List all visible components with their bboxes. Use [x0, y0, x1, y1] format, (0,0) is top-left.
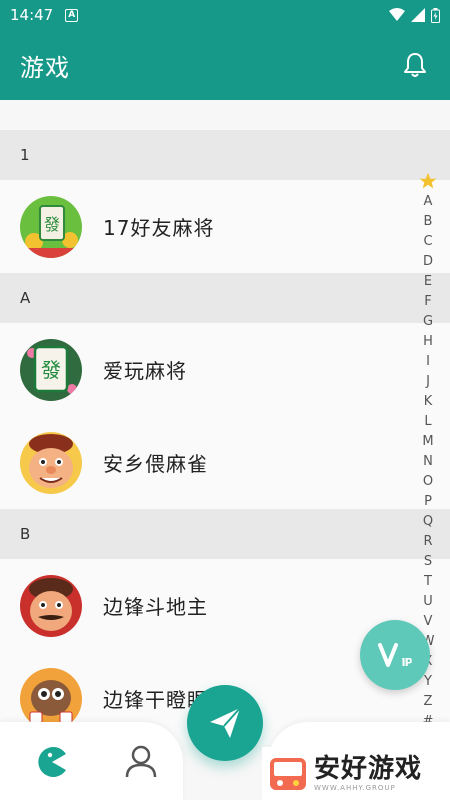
- index-letter[interactable]: E: [422, 272, 435, 292]
- index-letter[interactable]: S: [422, 552, 435, 572]
- wifi-icon: [389, 8, 405, 21]
- index-letter[interactable]: Z: [422, 692, 435, 712]
- mahjong-fa-icon: 發: [20, 195, 82, 258]
- index-letter[interactable]: R: [422, 532, 435, 552]
- section-header-1: 1: [0, 130, 450, 180]
- page-title: 游戏: [20, 53, 70, 82]
- pacman-icon: [38, 747, 66, 777]
- index-letter[interactable]: O: [422, 472, 435, 492]
- game-name: 安乡偎麻雀: [103, 452, 208, 476]
- section-header-a: A: [0, 273, 450, 323]
- battery-icon: [431, 7, 440, 23]
- cartoon-face-icon: [20, 667, 82, 730]
- mahjong-fa-icon: 發: [20, 338, 82, 401]
- svg-text:發: 發: [44, 215, 60, 234]
- index-letter[interactable]: F: [422, 292, 435, 312]
- index-letter[interactable]: N: [422, 452, 435, 472]
- index-letter[interactable]: L: [422, 412, 435, 432]
- index-letter[interactable]: A: [422, 192, 435, 212]
- index-letter[interactable]: J: [422, 372, 435, 392]
- index-letter[interactable]: B: [422, 212, 435, 232]
- signal-icon: [411, 8, 425, 22]
- index-letter[interactable]: Q: [422, 512, 435, 532]
- paper-plane-icon: [210, 707, 241, 738]
- list-spacer: [0, 100, 450, 130]
- status-icons: [389, 7, 440, 23]
- watermark: 安好游戏 WWW.AHHY.GROUP: [262, 747, 450, 800]
- index-letter[interactable]: C: [422, 232, 435, 252]
- watermark-main: 安好游戏: [314, 754, 423, 784]
- notification-icon: A: [65, 8, 79, 22]
- game-name: 17好友麻将: [103, 216, 215, 240]
- status-time: 14:47: [10, 6, 54, 24]
- game-name: 边锋斗地主: [103, 595, 208, 619]
- list-item[interactable]: 安乡偎麻雀: [0, 416, 450, 509]
- status-bar: 14:47 A: [0, 0, 450, 30]
- index-letter[interactable]: M: [422, 432, 435, 452]
- favorite-star-icon[interactable]: [419, 170, 437, 192]
- bell-icon: [404, 53, 426, 77]
- cartoon-face-icon: [20, 574, 82, 637]
- app-bar: 游戏: [0, 30, 450, 100]
- index-letter[interactable]: V: [422, 612, 435, 632]
- gamepad-logo-icon: [270, 757, 306, 790]
- section-header-b: B: [0, 509, 450, 559]
- index-letter[interactable]: I: [422, 352, 435, 372]
- watermark-sub: WWW.AHHY.GROUP: [314, 784, 396, 792]
- nav-profile-button[interactable]: [121, 742, 161, 782]
- index-letter[interactable]: D: [422, 252, 435, 272]
- index-letter[interactable]: T: [422, 572, 435, 592]
- index-letter[interactable]: U: [422, 592, 435, 612]
- list-item[interactable]: 發 爱玩麻将: [0, 323, 450, 416]
- index-letter[interactable]: K: [422, 392, 435, 412]
- list-item[interactable]: 發 17好友麻将: [0, 180, 450, 273]
- user-icon: [125, 745, 157, 778]
- send-fab-button[interactable]: [187, 685, 263, 761]
- game-name: 爱玩麻将: [103, 359, 187, 383]
- svg-text:發: 發: [41, 358, 61, 382]
- vip-button[interactable]: VIP: [360, 620, 430, 690]
- cartoon-face-icon: [20, 431, 82, 494]
- bottom-nav-left: [0, 722, 183, 800]
- index-letter[interactable]: H: [422, 332, 435, 352]
- index-letter[interactable]: P: [422, 492, 435, 512]
- index-letter[interactable]: G: [422, 312, 435, 332]
- notification-bell-button[interactable]: [400, 50, 430, 80]
- watermark-text: 安好游戏 WWW.AHHY.GROUP: [314, 754, 422, 793]
- nav-games-button[interactable]: [32, 742, 72, 782]
